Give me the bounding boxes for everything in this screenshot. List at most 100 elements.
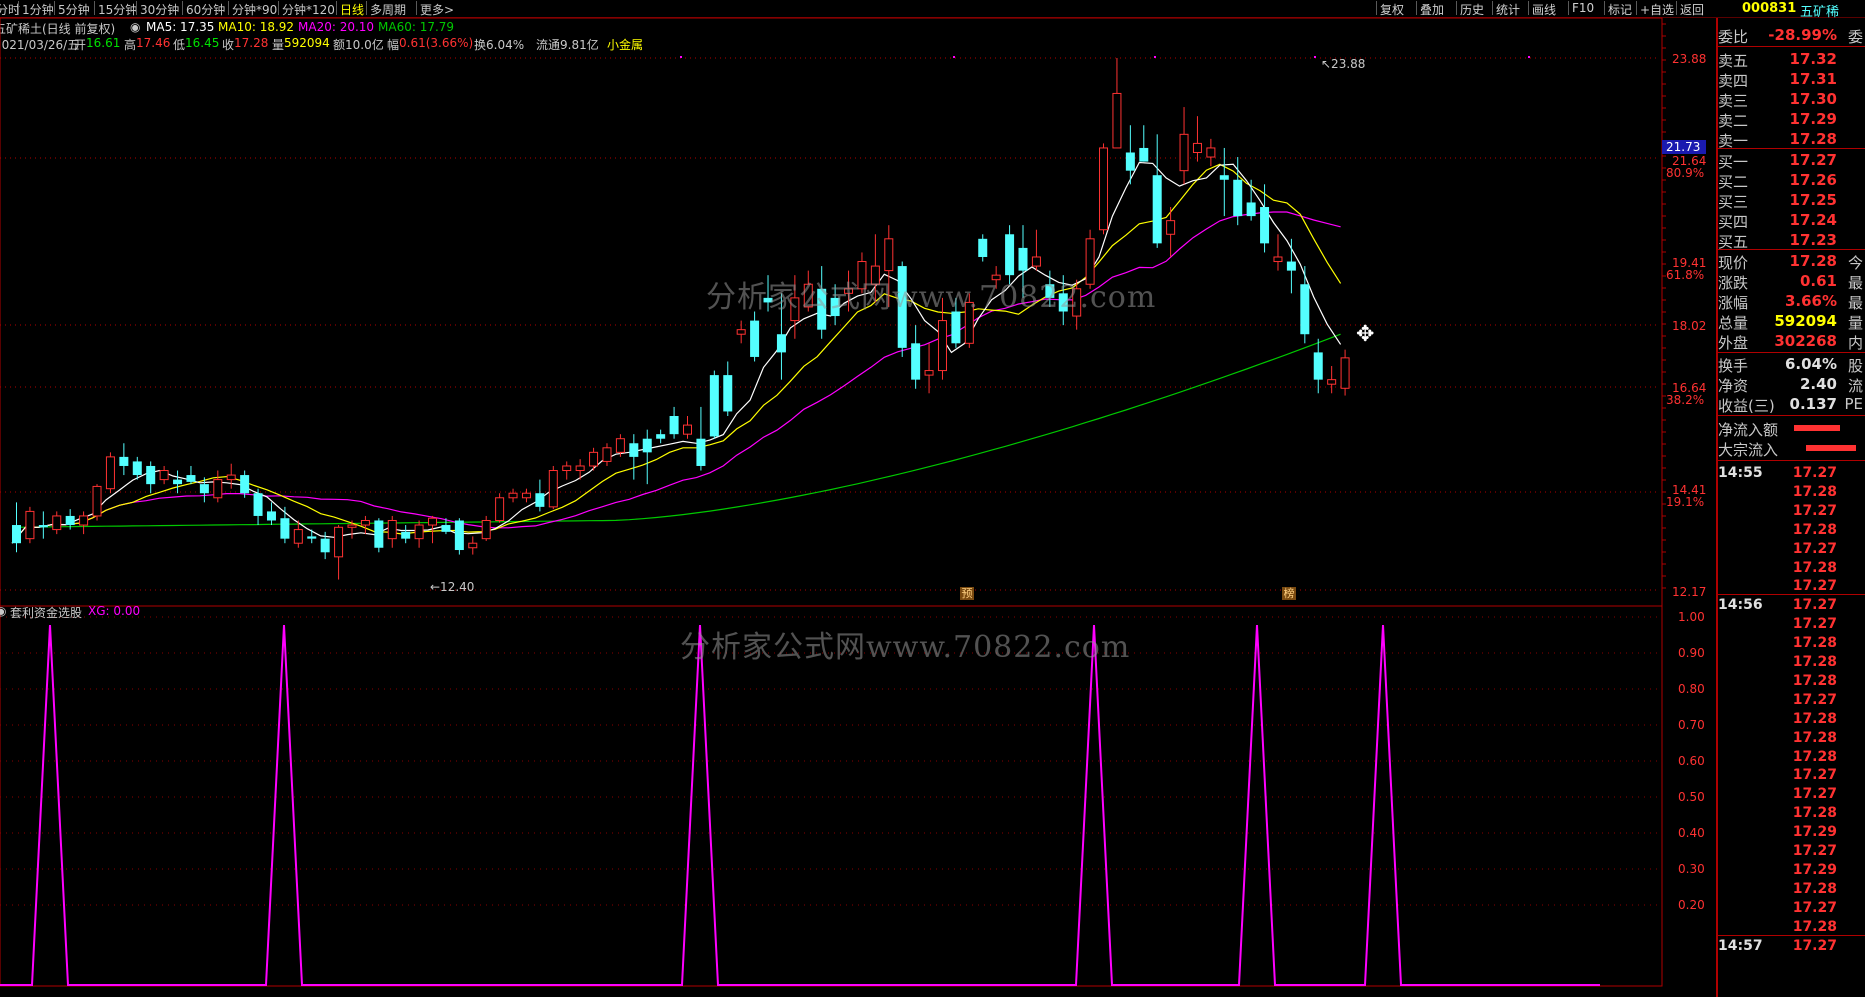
candle-body [213,479,223,499]
candle-body [642,438,652,453]
row-label: 收益(三) [1718,397,1775,415]
row-value: 17.26 [1789,171,1837,189]
candle-body [736,329,746,335]
row-value: 0.61 [1799,272,1837,290]
candle-body [428,517,438,526]
candle-body [1219,175,1229,180]
ask-row: 卖一 17.28 [1716,129,1865,150]
candle-body [1246,202,1256,217]
candle-body [1260,207,1270,244]
tick-row: 17.28 [1716,483,1865,502]
candle-body [575,465,585,472]
candle-body [1112,92,1122,149]
flow-bar [1806,445,1856,451]
tick-time: 14:56 [1718,597,1763,614]
tick-price: 17.27 [1792,465,1837,481]
candle-body [226,474,236,481]
candle-body [468,542,478,549]
candle-body [508,492,518,499]
tick-price: 17.27 [1792,937,1837,954]
indicator-name: 套利资金选股 [10,606,83,620]
tick-price: 17.27 [1792,899,1837,916]
bid-row: 买五 17.23 [1716,230,1865,251]
event-marker[interactable]: 预 [960,587,974,600]
row-label: 卖二 [1718,112,1749,130]
indicator-axis-label: 1.00 [1678,610,1705,624]
row-value: 17.27 [1789,151,1837,169]
row-value: 17.30 [1789,90,1837,108]
row-suffix: 流 [1847,377,1863,395]
event-marker[interactable]: 榜 [1282,587,1296,600]
tick-row: 14:56 17.27 [1716,596,1865,615]
indicator-line [0,624,1600,986]
signal-dot [1314,56,1316,58]
candle-body [1313,352,1323,380]
row-suffix: 内 [1847,334,1863,352]
candle-body [521,492,531,499]
candle-body [1233,179,1243,217]
tick-row: 17.28 [1716,672,1865,691]
row-label: 外盘 [1718,334,1749,352]
candle-body [240,475,250,494]
candle-body [441,525,451,532]
tick-price: 17.27 [1792,597,1837,614]
tick-row: 17.29 [1716,823,1865,842]
candle-body [924,370,934,376]
tick-row: 17.27 [1716,502,1865,521]
row-value: 17.23 [1789,231,1837,249]
row-value: 17.25 [1789,191,1837,209]
tick-price: 17.27 [1792,502,1837,519]
indicator-toggle-icon[interactable]: ◉ [0,604,6,618]
indicator-xg: XG: 0.00 [88,604,141,618]
tick-price: 17.28 [1792,710,1837,727]
flow-row: 大宗流入 [1716,438,1865,459]
tick-price: 17.28 [1792,748,1837,765]
candle-body [146,465,156,485]
tick-row: 17.28 [1716,634,1865,653]
watermark: 分析家公式网www.70822.com [706,280,1157,315]
signal-dot [953,56,955,58]
indicator-axis-label: 0.70 [1678,718,1705,732]
tick-price: 17.28 [1792,635,1837,652]
stat-row: 收益(三) 0.137 PE [1716,394,1865,415]
tick-price: 17.27 [1792,691,1837,708]
signal-dot [1528,56,1530,58]
tick-price: 17.28 [1792,559,1837,576]
candle-body [454,520,464,551]
row-value: 17.32 [1789,50,1837,68]
candle-body [293,529,303,544]
tick-price: 17.27 [1792,843,1837,859]
axis-label: 12.17 [1672,585,1707,599]
tick-price: 17.28 [1792,521,1837,538]
row-value: -28.99% [1768,26,1837,44]
candle-body [951,311,961,344]
candle-body [1192,142,1202,153]
row-label: 现价 [1718,254,1749,272]
axis-label: 19.1% [1666,495,1705,509]
tick-price: 17.29 [1792,824,1837,841]
row-suffix: 量 [1847,314,1863,332]
tick-price: 17.28 [1792,654,1837,670]
row-label: 卖五 [1718,52,1749,70]
bid-row: 买四 17.24 [1716,210,1865,231]
tick-price: 17.28 [1792,805,1837,822]
row-suffix: 最 [1847,294,1863,312]
row-value: 17.29 [1789,110,1837,128]
kline-chart[interactable]: ↖23.88 ←12.40 [0,0,1716,997]
candle-body [1031,256,1041,267]
candle-body [589,451,599,467]
indicator-axis-label: 0.90 [1678,646,1705,660]
quote-row: 涨幅 3.66% 最 [1716,291,1865,312]
tick-price: 17.27 [1792,767,1837,784]
row-value: 0.137 [1789,395,1837,413]
row-suffix: 委 [1847,28,1863,46]
tick-price: 17.27 [1792,616,1837,633]
candle-body [1327,379,1337,385]
indicator-axis-label: 0.60 [1678,754,1705,768]
flow-bar [1794,425,1840,431]
tick-row: 17.27 [1716,899,1865,918]
candle-body [38,525,48,528]
indicator-axis-label: 0.20 [1678,898,1705,912]
stat-row: 净资 2.40 流 [1716,374,1865,395]
indicator-axis-label: 0.80 [1678,682,1705,696]
